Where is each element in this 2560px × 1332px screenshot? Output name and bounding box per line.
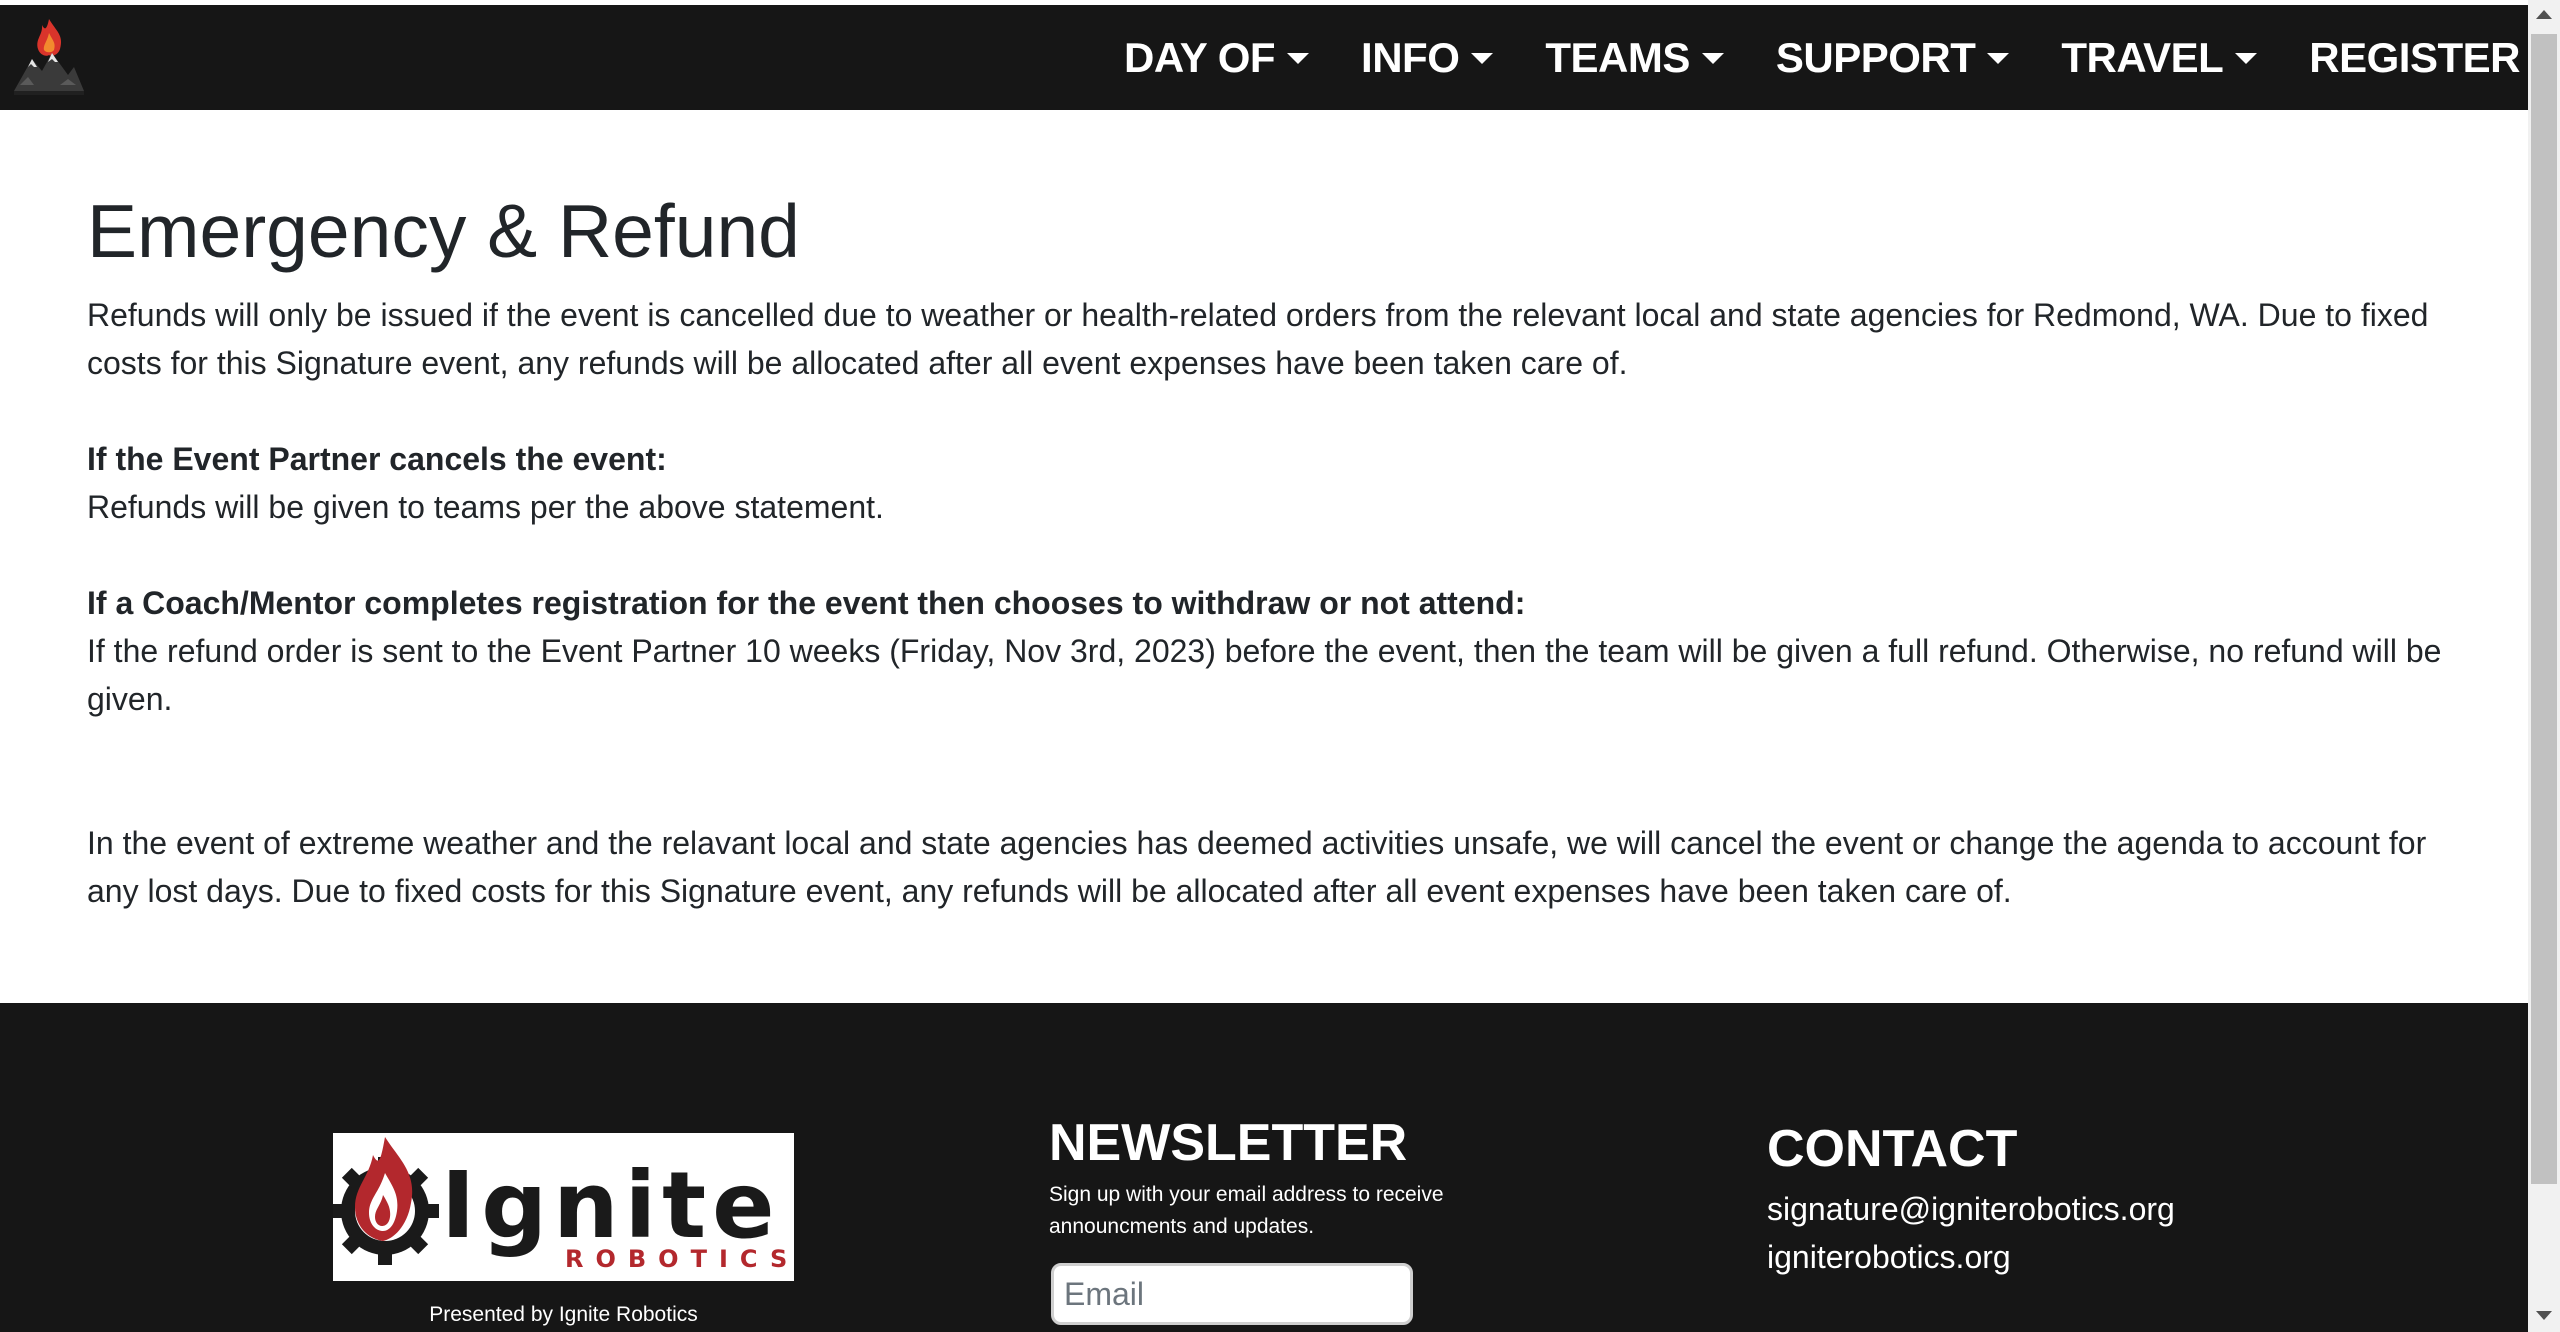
scroll-down-icon[interactable] [2536, 1311, 2552, 1320]
nav-teams-label: TEAMS [1545, 33, 1690, 81]
caret-down-icon [1701, 53, 1724, 64]
nav-teams[interactable]: TEAMS [1545, 34, 1724, 82]
contact-section: CONTACT signature@igniterobotics.org ign… [1767, 1117, 2267, 1281]
nav-support-label: SUPPORT [1775, 33, 1976, 81]
viewport: DAY OF INFO TEAMS SUPPORT TRAVEL REGISTE… [0, 0, 2528, 1332]
nav-info-label: INFO [1361, 33, 1460, 81]
nav-menu: DAY OF INFO TEAMS SUPPORT TRAVEL REGISTE… [1072, 5, 2521, 110]
nav-travel[interactable]: TRAVEL [2061, 33, 2258, 82]
nav-info[interactable]: INFO [1361, 33, 1494, 82]
caret-down-icon [1287, 53, 1310, 64]
newsletter-description: Sign up with your email address to recei… [1049, 1183, 1444, 1238]
vertical-scrollbar[interactable] [2528, 0, 2560, 1332]
flame-mountain-logo-icon [14, 19, 84, 95]
coach-withdraw-text: If the refund order is sent to the Event… [87, 633, 2442, 717]
newsletter-section: NEWSLETTER Sign up with your email addre… [1049, 1111, 1529, 1325]
footer: Ignite ROBOTICS Presented by Ignite Robo… [0, 1003, 2528, 1332]
nav-day-of-label: DAY OF [1123, 33, 1276, 81]
logo-sub: ROBOTICS [565, 1245, 794, 1273]
page-title: Emergency & Refund [87, 189, 800, 273]
caret-down-icon [1471, 53, 1494, 64]
navbar: DAY OF INFO TEAMS SUPPORT TRAVEL REGISTE… [0, 5, 2528, 110]
page: DAY OF INFO TEAMS SUPPORT TRAVEL REGISTE… [0, 0, 2560, 1332]
weather-paragraph: In the event of extreme weather and the … [87, 825, 2427, 909]
contact-website-link[interactable]: igniterobotics.org [1767, 1233, 2267, 1281]
caret-down-icon [2235, 53, 2258, 64]
newsletter-heading: NEWSLETTER [1049, 1114, 1408, 1172]
caret-down-icon [1987, 53, 2010, 64]
nav-register[interactable]: REGISTER [2309, 34, 2520, 82]
main-content: Emergency & Refund Refunds will only be … [87, 185, 2467, 915]
nav-support[interactable]: SUPPORT [1776, 34, 2010, 82]
scroll-up-icon[interactable] [2536, 10, 2552, 19]
partner-cancel-heading: If the Event Partner cancels the event: [87, 441, 667, 477]
nav-day-of[interactable]: DAY OF [1123, 33, 1310, 82]
partner-cancel-text: Refunds will be given to teams per the a… [87, 489, 884, 525]
ignite-robotics-logo[interactable]: Ignite ROBOTICS [331, 1133, 794, 1281]
contact-heading: CONTACT [1767, 1120, 2018, 1178]
logo-word: Ignite [441, 1152, 781, 1259]
email-input[interactable] [1051, 1263, 1413, 1325]
intro-paragraph: Refunds will only be issued if the event… [87, 297, 2429, 381]
nav-travel-label: TRAVEL [2061, 33, 2224, 81]
presented-by: Presented by Ignite Robotics [429, 1303, 698, 1326]
scrollbar-thumb[interactable] [2531, 34, 2557, 1184]
coach-withdraw-heading: If a Coach/Mentor completes registration… [87, 585, 1526, 621]
ignite-logo-icon: Ignite ROBOTICS [331, 1137, 794, 1273]
brand-logo[interactable] [12, 15, 86, 95]
contact-email-link[interactable]: signature@igniterobotics.org [1767, 1185, 2267, 1233]
nav-register-label: REGISTER [2309, 33, 2520, 81]
